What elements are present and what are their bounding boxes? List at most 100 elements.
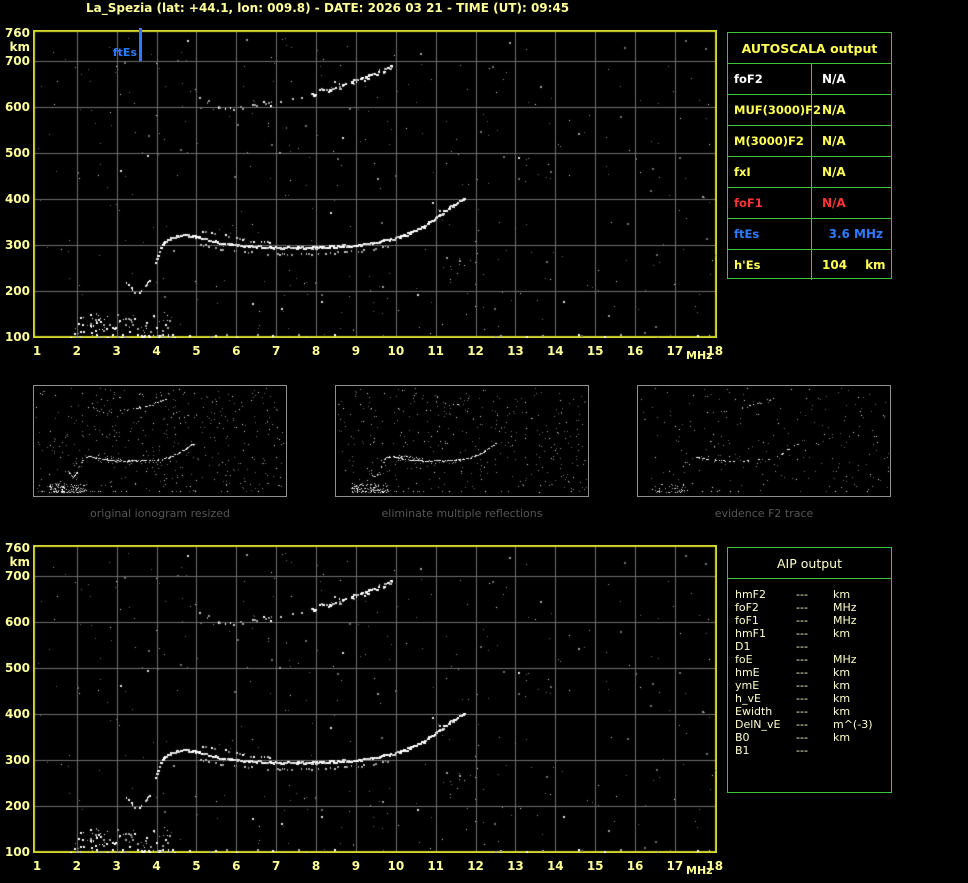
aip-row: Ewidth --- km [728, 705, 891, 718]
top-ionogram-canvas [33, 30, 717, 338]
aip-row: B1 --- [728, 744, 891, 757]
caption-evidence-f2: evidence F2 trace [714, 507, 814, 520]
aip-parameter-unit: km [833, 588, 851, 601]
y-tick-label: 100 [4, 845, 30, 859]
autoscala-row-value: 3.6 MHz [828, 227, 883, 241]
autoscala-row-label: ftEs [728, 219, 812, 249]
autoscala-row-value: N/A [822, 103, 846, 117]
autoscala-table-header: AUTOSCALA output [741, 40, 878, 56]
x-axis-unit-label: MHz [686, 349, 713, 362]
x-tick-label: 7 [272, 344, 281, 358]
aip-parameter-name: Ewidth [735, 705, 773, 718]
aip-parameter-value: --- [796, 627, 808, 640]
y-tick-label: 700 [4, 568, 30, 583]
aip-table-body: hmF2 --- km foF2 --- MHz foF1 --- MHz hmF1 --- km D1… [728, 579, 891, 757]
autoscala-row-ftes: ftEs 3.6 MHz [728, 218, 891, 249]
x-tick-label: 6 [232, 344, 241, 358]
x-tick-label: 17 [666, 344, 684, 358]
panel-original-ionogram [33, 385, 287, 497]
y-tick-label: 700 [4, 53, 30, 68]
aip-parameter-name: foF1 [735, 614, 759, 627]
x-tick-label: 11 [427, 859, 445, 873]
y-tick-label: km [9, 40, 30, 55]
autoscala-row-label: foF2 [728, 64, 812, 94]
aip-parameter-name: D1 [735, 640, 751, 653]
x-tick-label: 15 [586, 859, 604, 873]
x-tick-label: 8 [311, 859, 321, 873]
aip-row: h_vE --- km [728, 692, 891, 705]
autoscala-row-label: fxI [728, 157, 812, 187]
autoscala-row-fof2: foF2 N/A [728, 63, 891, 94]
y-tick-label: 100 [4, 330, 30, 344]
y-tick-label: km [9, 555, 30, 570]
aip-parameter-value: --- [796, 705, 808, 718]
aip-parameter-unit: MHz [833, 614, 857, 627]
x-tick-label: 11 [427, 344, 445, 358]
x-tick-label: 3 [112, 344, 121, 358]
aip-parameter-name: foE [735, 653, 753, 666]
aip-parameter-unit [833, 744, 891, 757]
y-tick-label: 500 [4, 145, 30, 160]
autoscala-row-value: 104 km [822, 258, 886, 272]
aip-parameter-value: --- [796, 731, 808, 744]
x-tick-label: 2 [72, 859, 82, 873]
x-tick-label: 12 [467, 859, 484, 873]
aip-row: hmE --- km [728, 666, 891, 679]
x-tick-label: 10 [387, 344, 405, 358]
x-tick-label: 17 [666, 859, 684, 873]
aip-parameter-value: --- [796, 640, 808, 653]
aip-row: foF1 --- MHz [728, 614, 891, 627]
y-tick-label: 200 [4, 283, 30, 298]
page-title: La_Spezia (lat: +44.1, lon: 009.8) - DAT… [86, 1, 570, 15]
aip-parameter-unit: km [833, 731, 851, 744]
autoscala-row-label: MUF(3000)F2 [728, 95, 821, 125]
panel-original-canvas [34, 386, 286, 496]
x-tick-label: 12 [467, 344, 484, 358]
aip-parameter-value: --- [796, 601, 808, 614]
x-tick-label: 5 [192, 859, 201, 873]
unit-label: km [865, 258, 886, 272]
aip-parameter-value: --- [796, 666, 808, 679]
ftes-marker-line [139, 28, 142, 61]
aip-parameter-name: hmE [735, 666, 760, 679]
panel-evidence-f2 [637, 385, 891, 497]
x-tick-label: 14 [546, 344, 564, 358]
panel-eliminate-reflections [335, 385, 589, 497]
aip-parameter-name: B0 [735, 731, 750, 744]
x-tick-label: 8 [311, 344, 321, 358]
aip-parameter-unit: km [833, 679, 851, 692]
autoscala-row-value: N/A [822, 165, 846, 179]
aip-parameter-value: --- [796, 744, 808, 757]
autoscala-row-label: foF1 [728, 188, 812, 218]
aip-row: foF2 --- MHz [728, 601, 891, 614]
aip-parameter-value: --- [796, 679, 808, 692]
aip-parameter-unit: MHz [833, 653, 857, 666]
autoscala-row-label: M(3000)F2 [728, 126, 812, 156]
aip-parameter-unit: m^(-3) [833, 718, 873, 731]
y-tick-label: 760 [4, 541, 30, 555]
aip-parameter-name: DelN_vE [735, 718, 781, 731]
x-tick-label: 4 [152, 344, 161, 358]
x-tick-label: 15 [586, 344, 604, 358]
y-tick-label: 400 [4, 706, 30, 721]
aip-parameter-name: h_vE [735, 692, 761, 705]
y-tick-label: 300 [4, 237, 30, 252]
aip-parameter-unit [833, 640, 891, 653]
y-tick-label: 500 [4, 660, 30, 675]
panel-eliminate-canvas [336, 386, 588, 496]
x-tick-label: 3 [112, 859, 121, 873]
y-tick-label: 300 [4, 752, 30, 767]
autoscala-row-value: N/A [822, 196, 846, 210]
aip-parameter-name: hmF2 [735, 588, 767, 601]
aip-parameter-unit: km [833, 666, 851, 679]
aip-parameter-unit: km [833, 627, 851, 640]
aip-parameter-unit: km [833, 692, 851, 705]
bottom-ionogram-canvas [33, 545, 717, 853]
aip-output-table: AIP output hmF2 --- km foF2 --- MHz foF1 --- MHz… [727, 547, 892, 793]
x-tick-label: 16 [626, 859, 644, 873]
aip-parameter-name: ymE [735, 679, 760, 692]
x-tick-label: 14 [546, 859, 564, 873]
x-tick-label: 16 [626, 344, 644, 358]
panel-evidence-canvas [638, 386, 890, 496]
x-tick-label: 1 [32, 344, 42, 358]
